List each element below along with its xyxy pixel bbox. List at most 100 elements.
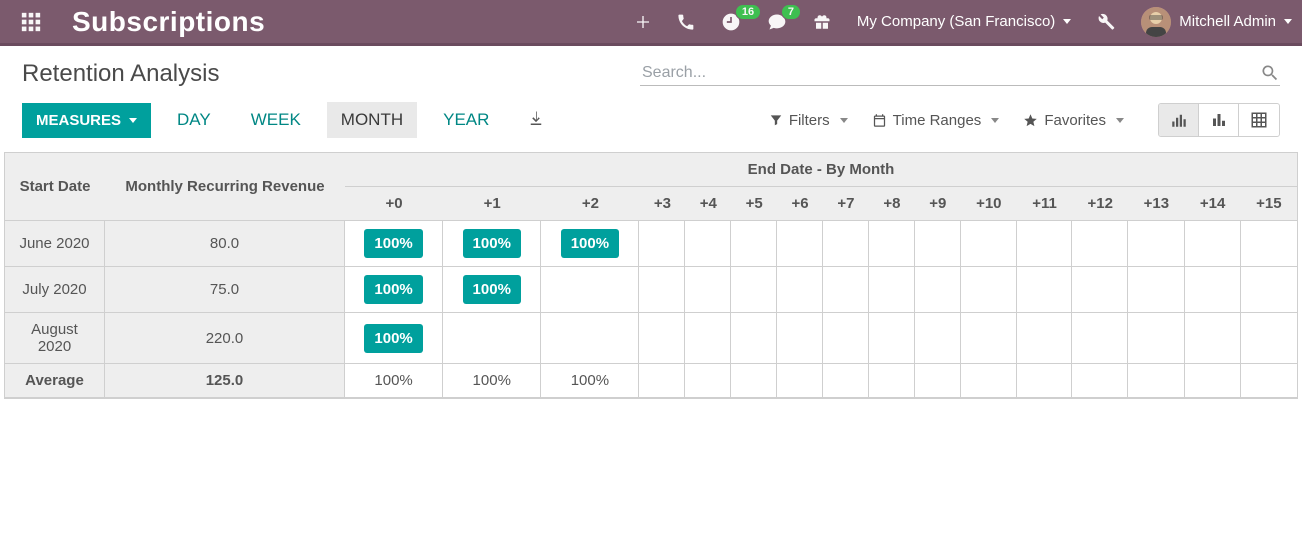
cohort-cell	[823, 221, 869, 267]
range-year[interactable]: YEAR	[429, 102, 503, 138]
cohort-cell[interactable]: 100%	[345, 221, 443, 267]
cohort-cell	[1017, 364, 1072, 398]
cohort-cell	[915, 221, 961, 267]
col-mrr: Monthly Recurring Revenue	[105, 153, 345, 221]
cohort-body: June 202080.0100%100%100%July 202075.010…	[5, 221, 1297, 398]
cohort-cell	[1017, 221, 1072, 267]
range-day[interactable]: DAY	[163, 102, 225, 138]
cohort-cell[interactable]: 100%	[345, 267, 443, 313]
col-offset: +14	[1185, 187, 1241, 221]
phone-icon[interactable]	[677, 13, 695, 31]
cohort-cell	[443, 313, 541, 364]
cohort-cell	[685, 313, 731, 364]
cohort-cell[interactable]: 100%	[345, 313, 443, 364]
col-offset: +6	[777, 187, 823, 221]
cohort-cell	[777, 267, 823, 313]
filters-label: Filters	[789, 112, 830, 129]
table-row: June 202080.0100%100%100%	[5, 221, 1297, 267]
apps-icon[interactable]	[20, 11, 42, 33]
measures-button[interactable]: MEASURES	[22, 103, 151, 138]
retention-pill: 100%	[463, 275, 521, 304]
col-offset: +2	[541, 187, 639, 221]
row-label: August 2020	[5, 313, 105, 364]
activities-badge: 16	[735, 4, 761, 20]
cohort-cell[interactable]: 100%	[443, 267, 541, 313]
cohort-cell	[1185, 313, 1241, 364]
table-row: July 202075.0 100% 100%	[5, 267, 1297, 313]
cohort-cell	[869, 364, 915, 398]
cohort-cell	[1072, 221, 1128, 267]
cohort-table: Start Date Monthly Recurring Revenue End…	[4, 152, 1298, 399]
debug-icon[interactable]	[1097, 13, 1115, 31]
nav-left: Subscriptions	[20, 6, 265, 38]
messages-icon[interactable]: 7	[767, 12, 787, 32]
cohort-cell	[639, 267, 685, 313]
navbar: Subscriptions 16 7 My Company (San Franc…	[0, 0, 1302, 46]
cohort-cell	[915, 364, 961, 398]
search-icon[interactable]	[1260, 63, 1280, 83]
cohort-cell	[731, 364, 777, 398]
pivot-icon	[1250, 111, 1268, 129]
chevron-down-icon	[129, 118, 137, 123]
cohort-cell	[869, 313, 915, 364]
control-panel-toolbar: MEASURES DAY WEEK MONTH YEAR Filters Tim…	[0, 96, 1302, 152]
chevron-down-icon	[840, 118, 848, 123]
page-title: Retention Analysis	[22, 60, 219, 88]
col-offset: +15	[1241, 187, 1297, 221]
row-mrr: 75.0	[105, 267, 345, 313]
cohort-cell	[915, 313, 961, 364]
cohort-cell[interactable]: 100%	[541, 221, 639, 267]
range-week[interactable]: WEEK	[237, 102, 315, 138]
cohort-cell	[639, 364, 685, 398]
time-ranges-menu[interactable]: Time Ranges	[872, 112, 1000, 129]
filters-menu[interactable]: Filters	[769, 112, 848, 129]
user-menu[interactable]: Mitchell Admin	[1141, 7, 1292, 37]
cohort-cell	[1128, 267, 1184, 313]
new-icon[interactable]	[635, 14, 651, 30]
messages-badge: 7	[781, 4, 801, 20]
col-offset: +8	[869, 187, 915, 221]
retention-pill: 100%	[364, 275, 422, 304]
col-offset: +5	[731, 187, 777, 221]
cohort-cell	[777, 221, 823, 267]
cohort-cell	[541, 313, 639, 364]
cohort-icon	[1170, 111, 1188, 129]
user-name: Mitchell Admin	[1179, 13, 1276, 30]
col-offset: +12	[1072, 187, 1128, 221]
cohort-cell: 100%	[345, 364, 443, 398]
col-end-date: End Date - By Month	[345, 153, 1297, 187]
app-title[interactable]: Subscriptions	[72, 6, 265, 38]
cohort-cell	[961, 313, 1017, 364]
range-month[interactable]: MONTH	[327, 102, 417, 138]
avatar	[1141, 7, 1171, 37]
cohort-cell	[1072, 364, 1128, 398]
favorites-menu[interactable]: Favorites	[1023, 112, 1124, 129]
cohort-cell	[823, 267, 869, 313]
cohort-cell	[1241, 221, 1297, 267]
view-graph[interactable]	[1199, 104, 1239, 136]
cohort-cell	[1241, 267, 1297, 313]
time-ranges-label: Time Ranges	[893, 112, 982, 129]
control-panel: Retention Analysis	[0, 46, 1302, 96]
col-offset: +9	[915, 187, 961, 221]
cohort-cell	[1017, 313, 1072, 364]
company-name: My Company (San Francisco)	[857, 13, 1055, 30]
cohort-cell: 100%	[443, 364, 541, 398]
download-icon[interactable]	[527, 110, 545, 131]
activities-icon[interactable]: 16	[721, 12, 741, 32]
chevron-down-icon	[1284, 19, 1292, 24]
gift-icon[interactable]	[813, 13, 831, 31]
view-cohort[interactable]	[1159, 104, 1199, 136]
cohort-cell	[1128, 364, 1184, 398]
cohort-cell[interactable]: 100%	[443, 221, 541, 267]
cohort-cell	[823, 313, 869, 364]
search-input[interactable]	[640, 63, 1260, 83]
retention-pill: 100%	[364, 229, 422, 258]
search-bar[interactable]	[640, 63, 1280, 86]
row-label: July 2020	[5, 267, 105, 313]
row-label: Average	[5, 364, 105, 398]
cohort-cell	[685, 364, 731, 398]
view-pivot[interactable]	[1239, 104, 1279, 136]
company-switcher[interactable]: My Company (San Francisco)	[857, 13, 1071, 30]
retention-pill: 100%	[463, 229, 521, 258]
